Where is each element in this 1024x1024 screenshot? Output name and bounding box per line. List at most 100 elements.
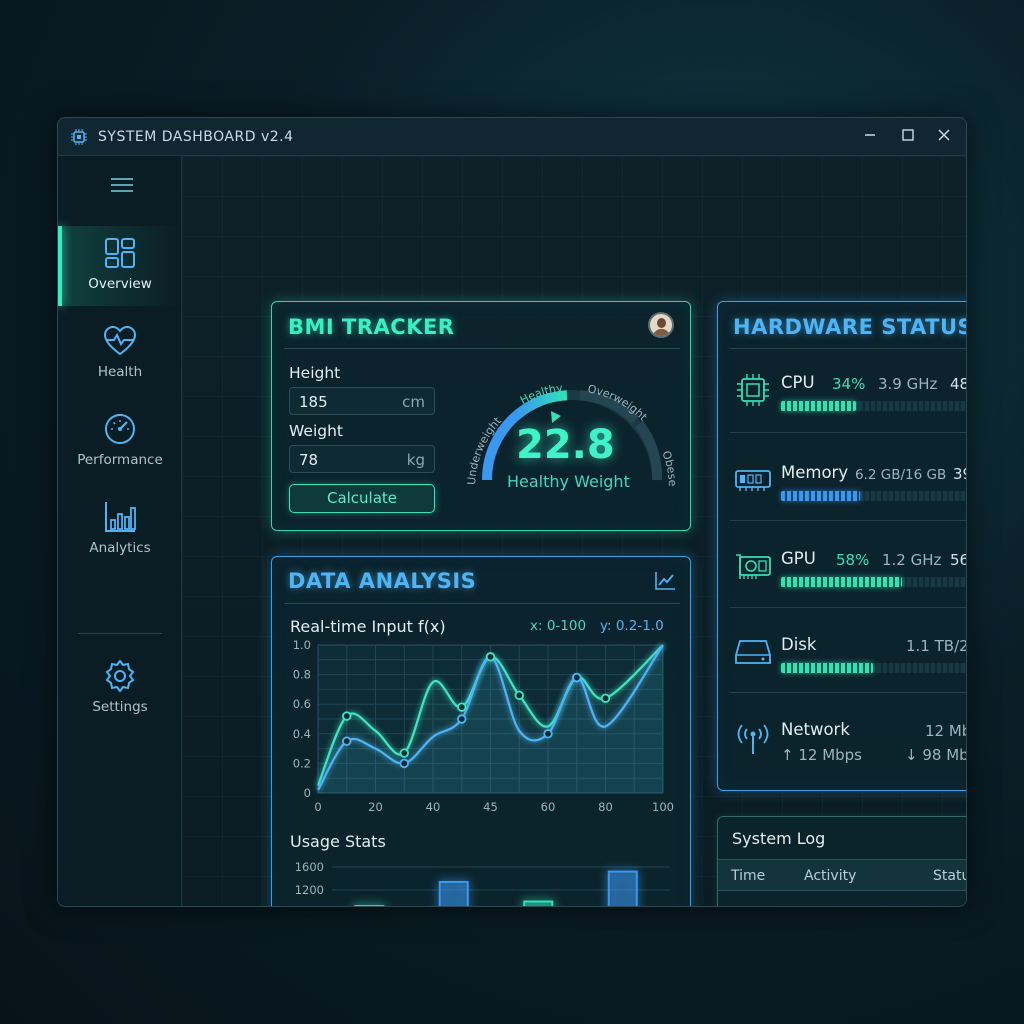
gear-icon [105,659,135,693]
bar-chart-icon [105,502,136,532]
gpu-label: GPU [781,549,816,568]
trend-icon[interactable] [654,571,676,591]
weight-value: 78 [299,451,319,469]
memory-label: Memory [781,463,849,482]
heart-pulse-icon [103,325,137,356]
disk-usage-bar [781,663,966,673]
gpu-usage-bar [781,577,966,587]
sidebar-item-performance[interactable]: Performance [58,406,182,486]
bmi-value: 22.8 [516,422,615,468]
weight-unit: kg [406,451,425,469]
data-point [457,714,467,724]
main-content: BMI TRACKER Height 185 cm Weight 78 kg C… [182,156,966,906]
cpu-icon [737,374,769,406]
data-point [457,702,467,712]
weight-field[interactable]: 78 kg [289,445,435,473]
analysis-title: DATA ANALYSIS [288,569,477,593]
title-bar: SYSTEM DASHBOARD v2.4 [58,118,966,156]
cpu-label: CPU [781,373,815,392]
window-title: SYSTEM DASHBOARD v2.4 [98,128,294,145]
memory-row: Memory 6.2 GB/16 GB 39% [718,457,966,527]
maximize-button[interactable] [898,127,918,147]
height-field[interactable]: 185 cm [289,387,435,415]
bmi-status: Healthy Weight [507,472,630,491]
minimize-button[interactable] [860,127,880,147]
cpu-usage-bar [781,401,966,411]
log-table-header: Time Activity Status [718,859,966,891]
data-point [342,736,352,746]
x-tick-label: 0 [314,800,321,814]
menu-icon[interactable] [111,178,133,192]
data-point [572,672,582,683]
cpu-percent: 34% [832,375,866,393]
disk-label: Disk [781,635,817,654]
sidebar-item-analytics[interactable]: Analytics [58,496,182,576]
hardware-title: HARDWARE STATUS [733,315,967,339]
data-point [485,652,496,662]
bar-gpu [438,880,469,906]
grid-icon [105,238,135,268]
network-row: Network 12 Mbps ↑ 12 Mbps ↓ 98 Mbps [718,714,967,784]
x-tick-label: 45 [483,800,498,814]
gpu-frequency: 1.2 GHz [882,551,942,569]
bar-cpu [354,905,385,906]
sidebar-item-label: Health [97,364,143,380]
calculate-button[interactable]: Calculate [289,484,435,513]
height-label: Height [289,364,341,382]
data-point [399,748,409,758]
memory-icon [735,470,771,491]
y-tick-label: 0 [304,786,311,800]
data-point [543,729,553,739]
sidebar-item-settings[interactable]: Settings [58,651,182,731]
sidebar-item-label: Overview [88,276,152,292]
data-point [399,758,409,769]
y-tick-label: 0.4 [293,727,311,741]
sidebar: Overview Health Performance Analytics Se… [58,156,182,906]
x-range-label: x: 0-100 [530,618,587,634]
chip-icon [71,128,87,145]
system-log-panel: System Log Time Activity Status [717,816,966,906]
y-range-label: y: 0.2-1.0 [600,618,664,634]
log-column-activity[interactable]: Activity [804,868,856,884]
cpu-temperature: 48°C [950,375,966,393]
sidebar-item-overview[interactable]: Overview [58,226,182,306]
network-icon [737,724,769,754]
network-total: 12 Mbps [925,722,966,740]
x-tick-label: 40 [426,800,441,814]
y-tick-label: 1.0 [293,638,311,652]
y-tick-label: 0.8 [293,668,311,682]
data-point [514,690,524,701]
memory-percent: 39% [953,465,966,483]
weight-label: Weight [289,422,344,440]
close-icon [938,129,950,141]
bar-chart-title: Usage Stats [290,832,386,851]
y-tick-label: 1200 [295,883,324,897]
minimize-icon [865,134,875,136]
y-tick-label: 1600 [295,860,324,874]
svg-text:Obese: Obese [659,449,679,487]
data-analysis-panel: DATA ANALYSIS Real-time Input f(x) x: 0-… [271,556,691,907]
y-tick-label: 0.6 [293,697,311,711]
memory-usage-bar [781,491,966,501]
log-column-status[interactable]: Status [933,868,966,884]
bmi-tracker-panel: BMI TRACKER Height 185 cm Weight 78 kg C… [271,301,691,531]
network-upload: ↑ 12 Mbps [781,746,862,764]
hardware-status-panel: HARDWARE STATUS CPU 34% 3.9 GHz 48°C [717,301,967,791]
bar-memory [523,900,554,906]
network-download: ↓ 98 Mbps [905,746,967,764]
gauge-label-obese: Obese [659,449,679,487]
cpu-row: CPU 34% 3.9 GHz 48°C [718,367,966,437]
close-button[interactable] [934,127,954,147]
y-tick-label: 800 [302,906,324,907]
avatar[interactable] [648,312,674,338]
system-log-title: System Log [732,829,826,848]
sidebar-item-health[interactable]: Health [58,316,182,396]
maximize-icon [902,129,914,141]
height-unit: cm [402,393,425,411]
log-column-time[interactable]: Time [731,868,765,884]
sidebar-item-label: Analytics [89,540,151,556]
x-tick-label: 80 [598,800,613,814]
gpu-icon [736,554,771,579]
sidebar-item-label: Performance [77,452,163,468]
bmi-title: BMI TRACKER [288,315,455,339]
